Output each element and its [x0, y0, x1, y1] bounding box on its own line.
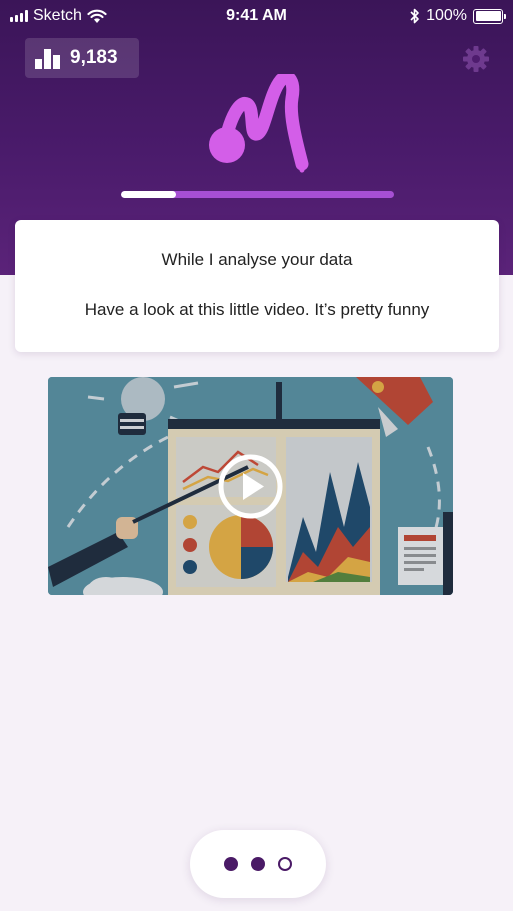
app-screen: Sketch 9:41 AM 100% 9,183 While I analys…	[0, 0, 513, 911]
play-icon[interactable]	[218, 454, 283, 519]
page-dot-2[interactable]	[251, 857, 265, 871]
page-dot-1[interactable]	[224, 857, 238, 871]
message-body: Have a look at this little video. It’s p…	[84, 300, 430, 319]
message-card: While I analyse your data Have a look at…	[15, 220, 499, 352]
bar-chart-icon	[35, 47, 60, 69]
battery-percent: 100%	[426, 7, 467, 24]
score-value: 9,183	[70, 47, 118, 68]
battery-icon	[473, 8, 506, 24]
gear-icon[interactable]	[461, 44, 491, 74]
status-bar: Sketch 9:41 AM 100%	[0, 0, 513, 34]
video-thumbnail[interactable]	[48, 377, 453, 595]
message-title: While I analyse your data	[161, 250, 353, 269]
score-badge[interactable]: 9,183	[25, 38, 139, 78]
progress-fill	[121, 191, 176, 198]
status-right: 100%	[410, 7, 506, 25]
bluetooth-icon	[410, 8, 419, 24]
page-dot-3[interactable]	[278, 857, 292, 871]
progress-bar	[121, 191, 394, 198]
page-indicator	[190, 830, 326, 898]
brand-logo-icon	[209, 74, 309, 173]
